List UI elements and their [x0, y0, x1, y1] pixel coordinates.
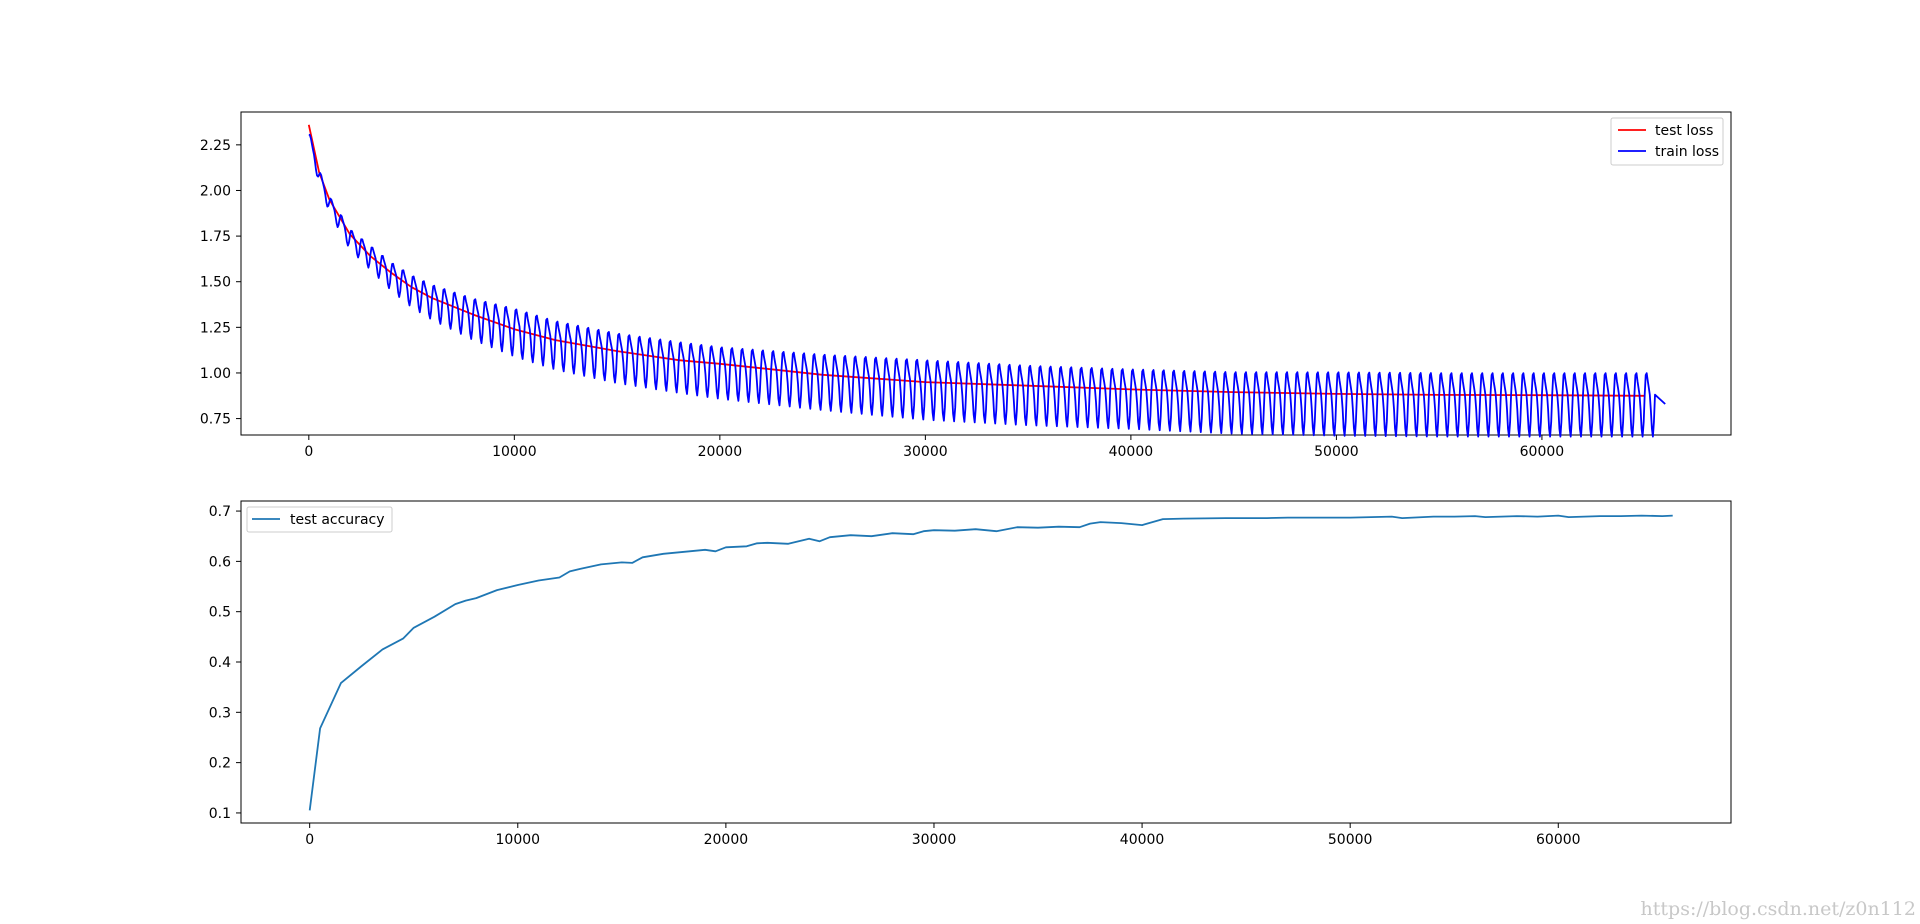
accuracy-plot: 0 10000 20000 30000 40000 50000 60000 0.1 0.2 0.…	[209, 500, 1732, 848]
loss-y-tick-label: 1.75	[200, 229, 231, 245]
figure: 0 10000 20000 30000 40000 50000 60000 0.75 1.00…	[0, 0, 1920, 924]
loss-y-tick-label: 1.50	[200, 275, 231, 291]
accuracy-x-tick-label: 30000	[912, 832, 957, 848]
loss-plot: 0 10000 20000 30000 40000 50000 60000 0.75 1.00…	[200, 111, 1732, 460]
train-loss-legend-label: train loss	[1655, 144, 1719, 160]
accuracy-x-tick-label: 40000	[1120, 832, 1165, 848]
loss-plot-legend: test loss train loss	[1610, 117, 1724, 166]
loss-y-tick-label: 1.00	[200, 366, 231, 382]
accuracy-y-tick-label: 0.1	[209, 806, 231, 822]
accuracy-y-tick-label: 0.5	[209, 605, 231, 621]
loss-x-tick-label: 30000	[903, 444, 948, 460]
accuracy-y-tick-label: 0.3	[209, 705, 231, 721]
test-accuracy-legend-label: test accuracy	[290, 512, 385, 528]
accuracy-plot-frame	[240, 500, 1732, 824]
test-loss-legend-label: test loss	[1655, 123, 1713, 139]
loss-x-tick-label: 60000	[1520, 444, 1565, 460]
loss-y-tick-label: 0.75	[200, 412, 231, 428]
accuracy-y-tick-label: 0.7	[209, 504, 231, 520]
accuracy-x-tick-label: 20000	[704, 832, 749, 848]
accuracy-plot-legend: test accuracy	[246, 506, 393, 533]
accuracy-x-tick-label: 10000	[496, 832, 541, 848]
watermark: https://blog.csdn.net/z0n112	[1640, 898, 1916, 920]
accuracy-y-tick-label: 0.2	[209, 756, 231, 772]
loss-x-tick-label: 20000	[698, 444, 743, 460]
accuracy-y-tick-label: 0.6	[209, 554, 231, 570]
accuracy-x-tick-label: 0	[305, 832, 314, 848]
loss-x-tick-label: 50000	[1314, 444, 1359, 460]
loss-y-tick-label: 1.25	[200, 320, 231, 336]
accuracy-y-tick-label: 0.4	[209, 655, 231, 671]
loss-y-tick-label: 2.00	[200, 183, 231, 199]
loss-x-tick-label: 40000	[1109, 444, 1154, 460]
loss-x-tick-label: 10000	[492, 444, 537, 460]
accuracy-x-tick-label: 50000	[1328, 832, 1373, 848]
loss-y-tick-label: 2.25	[200, 138, 231, 154]
accuracy-x-tick-label: 60000	[1536, 832, 1581, 848]
loss-x-tick-label: 0	[304, 444, 313, 460]
